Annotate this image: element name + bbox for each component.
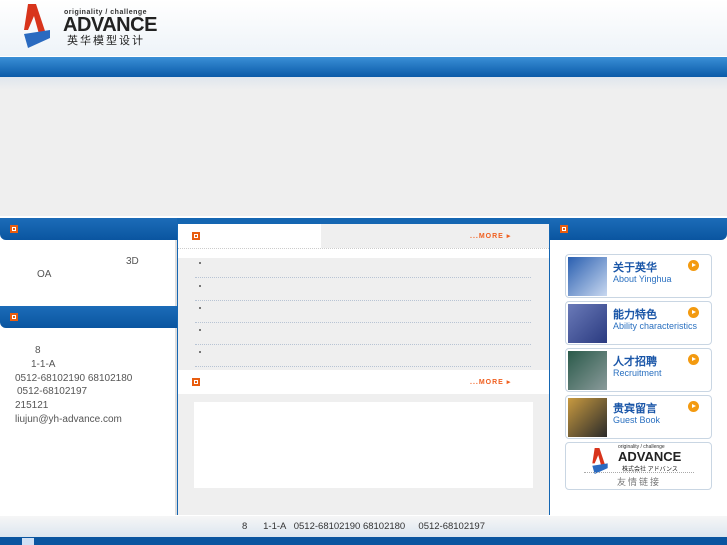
play-icon <box>688 260 699 271</box>
building-image <box>568 257 607 296</box>
contact-line: 1-1-A <box>31 359 56 370</box>
footer-bar <box>0 537 727 545</box>
card-title-cn: 关于英华 <box>613 262 657 274</box>
header: originality / challenge ADVANCE 英华模型设计 <box>0 0 727 56</box>
card-title-cn: 贵宾留言 <box>613 403 657 415</box>
section2-content <box>194 402 533 488</box>
nav-subband <box>0 77 727 90</box>
logo-icon <box>24 4 50 48</box>
card-title-en: Ability characteristics <box>613 321 698 331</box>
news-item[interactable] <box>195 279 531 301</box>
intro-text: 3D <box>126 256 139 267</box>
right-column: 关于英华 About Yinghua 能力特色 Ability characteri… <box>550 218 727 515</box>
contact-email[interactable]: liujun@yh-advance.com <box>15 414 122 425</box>
card-title-cn: 人才招聘 <box>613 356 657 368</box>
intro-text: OA <box>37 269 52 280</box>
partner-label: 友情链接 <box>584 472 694 488</box>
contact-line: 8 <box>35 345 41 356</box>
footer-icon <box>22 538 34 545</box>
card-title-cn: 能力特色 <box>613 309 657 321</box>
guest-image <box>568 398 607 437</box>
section2-more-link[interactable]: ...MORE ▸ <box>470 378 511 386</box>
news-tab <box>178 224 321 248</box>
partner-name: ADVANCE <box>618 449 682 464</box>
news-item[interactable] <box>195 323 531 345</box>
nav-band <box>0 57 727 77</box>
intro-header <box>0 218 177 240</box>
bullet-icon <box>192 378 200 386</box>
card-recruitment[interactable]: 人才招聘 Recruitment <box>565 348 712 392</box>
card-ability[interactable]: 能力特色 Ability characteristics <box>565 301 712 345</box>
bullet-icon <box>10 313 18 321</box>
card-guestbook[interactable]: 贵宾留言 Guest Book <box>565 395 712 439</box>
news-item[interactable] <box>195 301 531 323</box>
logo-cn: 英华模型设计 <box>67 35 145 47</box>
contact-fax: 0512-68102197 <box>17 386 88 397</box>
machine-image <box>568 304 607 343</box>
news-more-link[interactable]: ...MORE ▸ <box>470 232 511 240</box>
play-icon <box>688 354 699 365</box>
contact-header <box>0 306 177 328</box>
links-header <box>550 218 727 240</box>
left-column: 3D OA 8 1-1-A 0512-68102190 68102180 051… <box>0 218 177 515</box>
banner <box>0 90 727 216</box>
news-item[interactable] <box>195 345 531 367</box>
handshake-image <box>568 351 607 390</box>
news-panel: ...MORE ▸ ...MORE ▸ <box>178 224 549 515</box>
bullet-icon <box>10 225 18 233</box>
partner-link[interactable]: originality / challenge ADVANCE 株式会社 アドバ… <box>565 442 712 490</box>
contact-phone: 0512-68102190 68102180 <box>15 373 133 384</box>
partner-logo-icon <box>592 448 608 474</box>
card-title-en: Recruitment <box>613 368 662 378</box>
bullet-icon <box>192 232 200 240</box>
card-title-en: About Yinghua <box>613 274 672 284</box>
bullet-icon <box>560 225 568 233</box>
section2-tab <box>178 370 321 394</box>
card-title-en: Guest Book <box>613 415 661 425</box>
card-about[interactable]: 关于英华 About Yinghua <box>565 254 712 298</box>
news-item[interactable] <box>195 256 531 278</box>
footer-address: 8 1-1-A 0512-68102190 68102180 0512-6810… <box>242 521 485 532</box>
play-icon <box>688 307 699 318</box>
footer: 8 1-1-A 0512-68102190 68102180 0512-6810… <box>0 516 727 537</box>
play-icon <box>688 401 699 412</box>
contact-postcode: 215121 <box>15 400 49 411</box>
